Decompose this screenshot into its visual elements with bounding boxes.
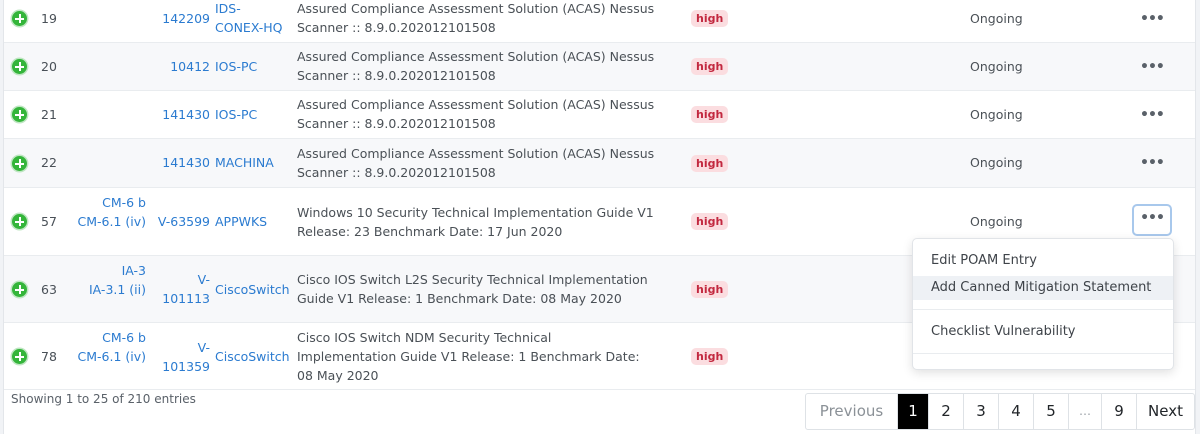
pagination-ellipsis: … [1068,394,1101,429]
more-actions-button[interactable]: ••• [1140,12,1165,31]
more-actions-button[interactable]: ••• [1140,60,1165,79]
table-row: 20 10412 IOS-PC Assured Compliance Asses… [4,43,1195,91]
severity-badge: high [691,155,729,172]
severity-badge: high [691,213,729,230]
expand-row-icon[interactable] [12,349,27,364]
rule-link[interactable]: 141430 [150,153,210,172]
status-text: Ongoing [970,155,1023,170]
severity-badge: high [691,106,729,123]
host-link[interactable]: CiscoSwitch [215,347,295,366]
page-3-button[interactable]: 3 [963,394,998,429]
page-1-button[interactable]: 1 [897,394,928,429]
row-number: 22 [41,155,57,170]
source-text: Cisco IOS Switch L2S Security Technical … [297,272,648,306]
menu-item-checklist-vulnerability[interactable]: Checklist Vulnerability [913,320,1173,344]
cci-link[interactable]: CM-6 b CM-6.1 (iv) [70,193,147,231]
row-number: 21 [41,107,57,122]
pagination: Previous 1 2 3 4 5 … 9 Next [805,393,1195,430]
table-row: 19 142209 IDS- CONEX-HQ Assured Complianc… [4,0,1195,43]
severity-badge: high [691,281,729,298]
menu-divider [913,353,1173,354]
rule-link[interactable]: 10412 [150,57,210,76]
status-text: Ongoing [970,11,1023,26]
severity-badge: high [691,58,729,75]
rule-link[interactable]: V- 101113 [150,270,210,308]
rule-link[interactable]: 141430 [150,105,210,124]
more-actions-button[interactable]: ••• [1140,156,1165,175]
table-info-text: Showing 1 to 25 of 210 entries [11,392,196,406]
rule-link[interactable]: V- 101359 [150,338,210,376]
row-number: 20 [41,59,57,74]
expand-row-icon[interactable] [12,107,27,122]
page-4-button[interactable]: 4 [998,394,1033,429]
row-number: 63 [41,282,57,297]
expand-row-icon[interactable] [12,11,27,26]
table-row: 22 141430 MACHINA Assured Compliance Ass… [4,139,1195,188]
rule-link[interactable]: 142209 [150,9,210,28]
table-row: 21 141430 IOS-PC Assured Compliance Asse… [4,91,1195,139]
expand-row-icon[interactable] [12,59,27,74]
host-link[interactable]: IOS-PC [215,105,295,124]
source-text: Assured Compliance Assessment Solution (… [297,49,655,83]
expand-row-icon[interactable] [12,214,27,229]
host-link[interactable]: APPWKS [215,212,295,231]
page-9-button[interactable]: 9 [1101,394,1136,429]
row-number: 19 [41,11,57,26]
expand-row-icon[interactable] [12,156,27,171]
cci-link[interactable]: IA-3 IA-3.1 (ii) [70,261,146,299]
host-link[interactable]: IOS-PC [215,57,295,76]
severity-badge: high [691,10,729,27]
menu-divider [913,309,1173,310]
status-text: Ongoing [970,59,1023,74]
source-text: Windows 10 Security Technical Implementa… [297,205,654,239]
source-text: Assured Compliance Assessment Solution (… [297,97,655,131]
source-text: Cisco IOS Switch NDM Security Technical I… [297,330,640,383]
rule-link[interactable]: V-63599 [150,212,210,231]
host-link[interactable]: IDS- CONEX-HQ [215,0,295,37]
status-text: Ongoing [970,214,1023,229]
row-number: 78 [41,349,57,364]
expand-row-icon[interactable] [12,282,27,297]
host-link[interactable]: CiscoSwitch [215,280,295,299]
row-actions-menu: Edit POAM Entry Add Canned Mitigation St… [912,238,1174,370]
more-actions-button[interactable]: ••• [1140,108,1165,127]
menu-item-edit-poam-entry[interactable]: Edit POAM Entry [913,249,1173,273]
more-actions-button[interactable]: ••• [1132,204,1172,236]
host-link[interactable]: MACHINA [215,153,295,172]
poam-table-panel: 19 142209 IDS- CONEX-HQ Assured Complianc… [3,0,1196,434]
page-5-button[interactable]: 5 [1033,394,1068,429]
cci-link[interactable]: CM-6 b CM-6.1 (iv) [70,328,147,366]
status-text: Ongoing [970,107,1023,122]
severity-badge: high [691,348,729,365]
previous-page-button[interactable]: Previous [806,394,897,429]
menu-item-add-canned-mitigation[interactable]: Add Canned Mitigation Statement [913,276,1173,300]
next-page-button[interactable]: Next [1136,394,1194,429]
row-number: 57 [41,214,57,229]
source-text: Assured Compliance Assessment Solution (… [297,146,655,180]
page-2-button[interactable]: 2 [928,394,963,429]
source-text: Assured Compliance Assessment Solution (… [297,1,655,35]
